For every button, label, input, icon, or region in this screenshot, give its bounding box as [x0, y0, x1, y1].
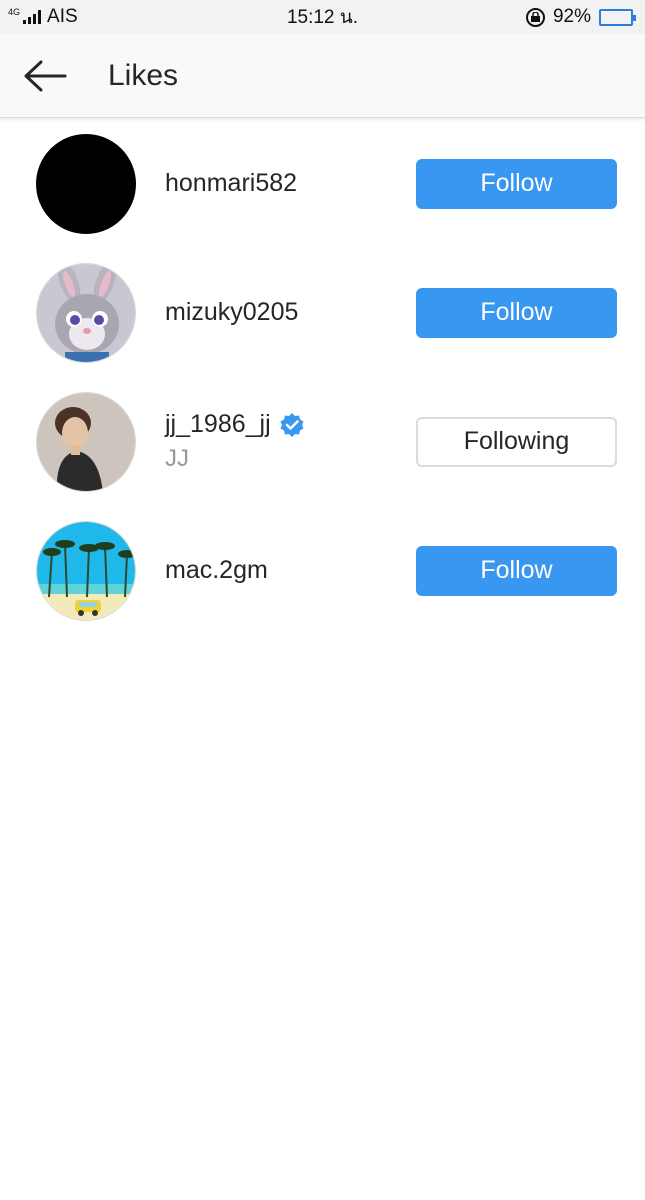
back-button[interactable]	[0, 34, 90, 118]
following-button[interactable]: Following	[416, 416, 617, 467]
battery-percent: 92%	[552, 6, 591, 27]
follow-button[interactable]: Follow	[416, 158, 617, 209]
battery-icon	[599, 8, 636, 26]
bunny-avatar-image	[37, 263, 135, 362]
username-text: jj_1986_jj	[165, 410, 271, 438]
full-name: JJ	[165, 445, 189, 472]
username-text: mac.2gm	[165, 556, 268, 584]
username[interactable]: mac.2gm	[165, 556, 268, 585]
carrier-name: AIS	[47, 6, 78, 27]
app-header: Likes	[0, 34, 645, 118]
user-names: mac.2gm	[165, 556, 268, 585]
user-names: jj_1986_jj JJ	[165, 410, 305, 473]
list-item[interactable]: honmari582 Follow	[0, 119, 645, 248]
avatar[interactable]	[36, 262, 136, 363]
back-arrow-icon	[24, 60, 67, 91]
avatar[interactable]	[36, 391, 136, 492]
network-type: 4G	[8, 6, 21, 17]
user-names: honmari582	[165, 169, 297, 198]
page-title: Likes	[108, 58, 179, 92]
verified-badge-icon	[280, 412, 304, 437]
avatar[interactable]	[36, 520, 136, 621]
follow-button[interactable]: Follow	[416, 545, 617, 596]
likes-list: honmari582 Follow mizuky0205 Follow jj_1…	[0, 119, 645, 635]
list-item[interactable]: jj_1986_jj JJ Following	[0, 377, 645, 506]
person-avatar-image	[37, 392, 135, 491]
username-text: honmari582	[165, 169, 298, 197]
beach-avatar-image	[37, 521, 135, 620]
user-names: mizuky0205	[165, 298, 298, 327]
rotation-lock-icon	[525, 7, 545, 27]
status-bar: 4G AIS 15:12 น. 92%	[0, 0, 645, 34]
follow-button[interactable]: Follow	[416, 287, 617, 338]
status-right: 92%	[525, 6, 636, 28]
list-item[interactable]: mac.2gm Follow	[0, 506, 645, 635]
signal-icon	[23, 10, 42, 24]
avatar[interactable]	[36, 133, 136, 234]
username[interactable]: honmari582	[165, 169, 297, 198]
username-text: mizuky0205	[165, 298, 299, 326]
username[interactable]: jj_1986_jj	[165, 410, 305, 439]
username[interactable]: mizuky0205	[165, 298, 298, 327]
list-item[interactable]: mizuky0205 Follow	[0, 248, 645, 377]
status-left: 4G AIS	[8, 6, 78, 28]
